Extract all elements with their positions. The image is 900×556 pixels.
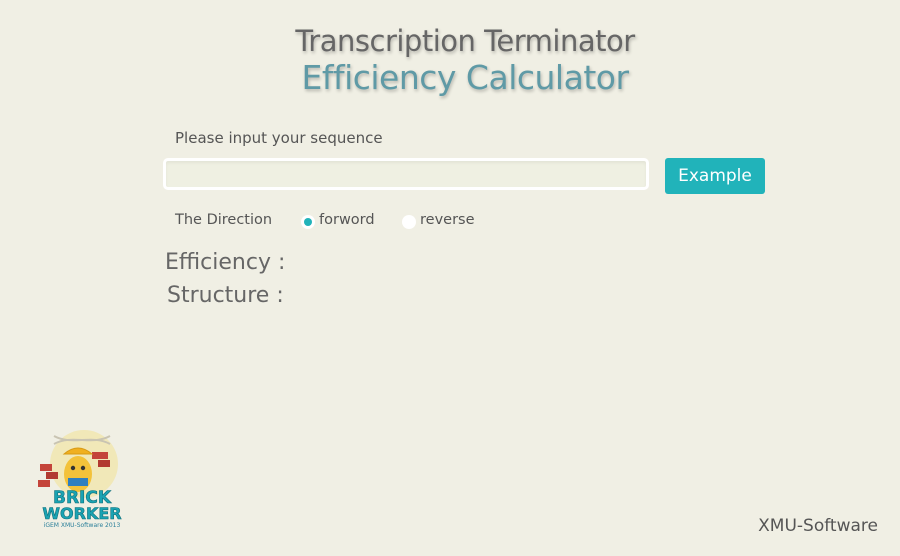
radio-reverse[interactable] [402,215,416,229]
app-subtitle: Efficiency Calculator [301,58,629,97]
app-title: Transcription Terminator [295,24,635,58]
structure-label: Structure : [167,283,284,308]
radio-reverse-label[interactable]: reverse [420,212,475,228]
radio-forward[interactable] [301,215,315,229]
example-button[interactable]: Example [665,158,765,194]
logo-caption: iGEM XMU-Software 2013 [44,522,121,529]
logo-text-worker: WORKER [42,504,121,523]
efficiency-label: Efficiency : [165,250,286,275]
sequence-label: Please input your sequence [175,129,383,147]
brick-worker-logo: BRICK WORKER iGEM XMU-Software 2013 [38,430,122,529]
direction-label: The Direction [175,212,273,228]
footer-text: XMU-Software [758,516,878,536]
sequence-input[interactable] [163,158,649,190]
radio-forward-label[interactable]: forword [319,212,375,228]
